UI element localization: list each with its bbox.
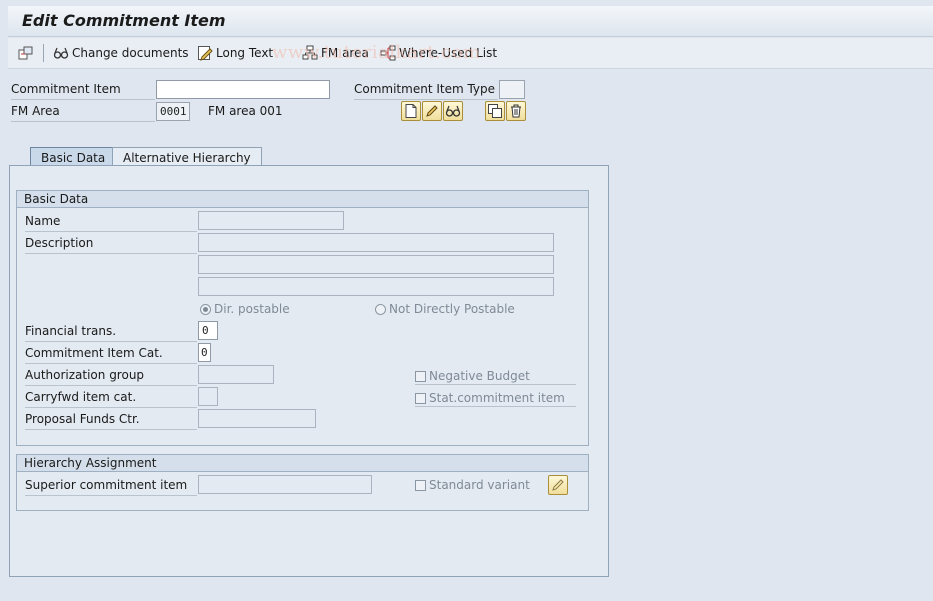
fm-area-label: FM area [321, 46, 369, 60]
name-label: Name [25, 214, 197, 232]
group-title: Hierarchy Assignment [17, 455, 588, 472]
radio-empty-icon [375, 303, 386, 315]
fm-area-field-label: FM Area [11, 104, 155, 122]
description-line-3[interactable] [198, 277, 554, 296]
switch-object-icon [18, 45, 34, 61]
superior-commitment-item-input[interactable] [198, 475, 372, 494]
fm-area-button[interactable]: FM area [302, 44, 369, 62]
where-used-label: Where-Used List [399, 46, 498, 60]
ci-category-label: Commitment Item Cat. [25, 346, 197, 364]
description-line-1[interactable] [198, 233, 554, 252]
negative-budget-checkbox[interactable]: Negative Budget [415, 368, 576, 385]
stat-commitment-checkbox[interactable]: Stat.commitment item [415, 390, 576, 407]
toolbar-separator [43, 44, 44, 62]
radio-selected-icon [200, 303, 211, 315]
change-documents-label: Change documents [72, 46, 189, 60]
glasses-icon [445, 105, 461, 117]
commitment-item-type-field[interactable] [499, 80, 525, 99]
edit-hierarchy-button[interactable] [548, 475, 568, 495]
standard-variant-label: Standard variant [429, 478, 530, 492]
long-text-label: Long Text [216, 46, 274, 60]
ci-category-input[interactable] [198, 343, 211, 362]
carryfwd-input[interactable] [198, 387, 218, 406]
authorization-group-label: Authorization group [25, 368, 197, 386]
checkbox-icon [415, 479, 426, 491]
glasses-icon [53, 45, 69, 61]
not-directly-postable-radio[interactable]: Not Directly Postable [375, 302, 515, 316]
other-object-button[interactable] [18, 44, 34, 62]
group-title: Basic Data [17, 191, 588, 208]
pencil-page-icon [197, 45, 213, 61]
commitment-item-input[interactable] [156, 80, 330, 99]
delete-button[interactable] [506, 101, 526, 121]
copy-icon [488, 104, 502, 118]
stat-commitment-label: Stat.commitment item [429, 391, 565, 405]
authorization-group-input[interactable] [198, 365, 274, 384]
checkbox-icon [415, 370, 426, 382]
trash-icon [511, 104, 521, 118]
copy-button[interactable] [485, 101, 505, 121]
new-document-icon [405, 104, 417, 118]
dir-postable-radio[interactable]: Dir. postable [200, 302, 290, 316]
description-line-2[interactable] [198, 255, 554, 274]
long-text-button[interactable]: Long Text [197, 44, 273, 62]
dir-postable-label: Dir. postable [214, 302, 290, 316]
where-used-icon [380, 45, 396, 61]
fm-area-field[interactable] [156, 102, 190, 121]
fm-area-description: FM area 001 [208, 104, 283, 118]
display-button[interactable] [443, 101, 463, 121]
org-structure-icon [302, 45, 318, 61]
commitment-item-label: Commitment Item [11, 82, 155, 100]
page-title: Edit Commitment Item [22, 11, 226, 30]
checkbox-icon [415, 392, 426, 404]
create-button[interactable] [401, 101, 421, 121]
name-input[interactable] [198, 211, 344, 230]
superior-commitment-item-label: Superior commitment item [25, 478, 197, 496]
application-toolbar: Change documents Long Text FM area Where… [8, 38, 933, 69]
negative-budget-label: Negative Budget [429, 369, 530, 383]
financial-trans-label: Financial trans. [25, 324, 197, 342]
tab-alternative-hierarchy[interactable]: Alternative Hierarchy [112, 147, 262, 166]
tab-basic-data[interactable]: Basic Data [30, 147, 117, 166]
change-button[interactable] [422, 101, 442, 121]
title-bar: Edit Commitment Item [8, 6, 933, 37]
pencil-icon [426, 105, 438, 117]
pencil-icon [552, 479, 564, 491]
change-documents-button[interactable]: Change documents [53, 44, 189, 62]
standard-variant-checkbox[interactable]: Standard variant [415, 478, 530, 492]
where-used-list-button[interactable]: Where-Used List [380, 44, 497, 62]
not-directly-postable-label: Not Directly Postable [389, 302, 515, 316]
proposal-funds-ctr-label: Proposal Funds Ctr. [25, 412, 197, 430]
financial-trans-input[interactable] [198, 321, 218, 340]
carryfwd-label: Carryfwd item cat. [25, 390, 197, 408]
description-label: Description [25, 236, 197, 254]
proposal-funds-ctr-input[interactable] [198, 409, 316, 428]
commitment-item-type-label: Commitment Item Type [354, 82, 498, 100]
